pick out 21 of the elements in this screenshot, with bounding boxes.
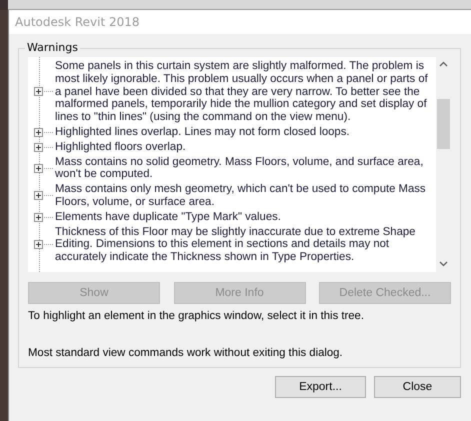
warnings-tree[interactable] [28,57,451,272]
warning-item[interactable]: Highlighted lines overlap. Lines may not form closed loops. [55,126,356,139]
warning-item[interactable]: Elements have duplicate "Type Mark" values. [55,210,287,224]
expand-icon[interactable] [34,240,43,250]
expand-icon[interactable] [34,128,43,137]
window-title: Autodesk Revit 2018 [15,15,140,29]
expand-icon[interactable] [34,164,43,173]
expand-icon[interactable] [34,142,43,152]
hint-text: To highlight an element in the graphics window, select it in this tree. [28,310,365,322]
warning-item[interactable]: Highlighted floors overlap. [55,140,192,154]
warning-item[interactable]: Thickness of this Floor may be slightly inaccurate due to extreme Shape Editing. Dimensions to this element in sections and details may not accurately indicate the Thickness shown in Type Properties. [55,226,436,264]
hint-text: Most standard view commands work without exiting this dialog. [28,347,344,359]
warning-item[interactable]: Mass contains no solid geometry. Mass Floors, volume, and surface area, won't be computed. [55,156,436,182]
warning-item[interactable]: Mass contains only mesh geometry, which can't be used to compute Mass Floors, volume, or surface area. [55,183,436,209]
group-label: Warnings [25,41,80,54]
close-button[interactable]: Close [374,376,461,398]
warning-item[interactable]: Some panels in this curtain system are slightly malformed. The problem is most likely ignorable. This problem usually occurs when a panel or parts of a panel have been divided so that they are very narrow. To better see the malformed panels, temporarily hide the mullion category and set display of lines to "thin lines" (using the command on the view menu). [55,60,436,124]
expand-icon[interactable] [34,87,43,96]
export-button[interactable]: Export... [275,376,366,398]
expand-icon[interactable] [34,212,43,222]
expand-icon[interactable] [34,191,43,200]
